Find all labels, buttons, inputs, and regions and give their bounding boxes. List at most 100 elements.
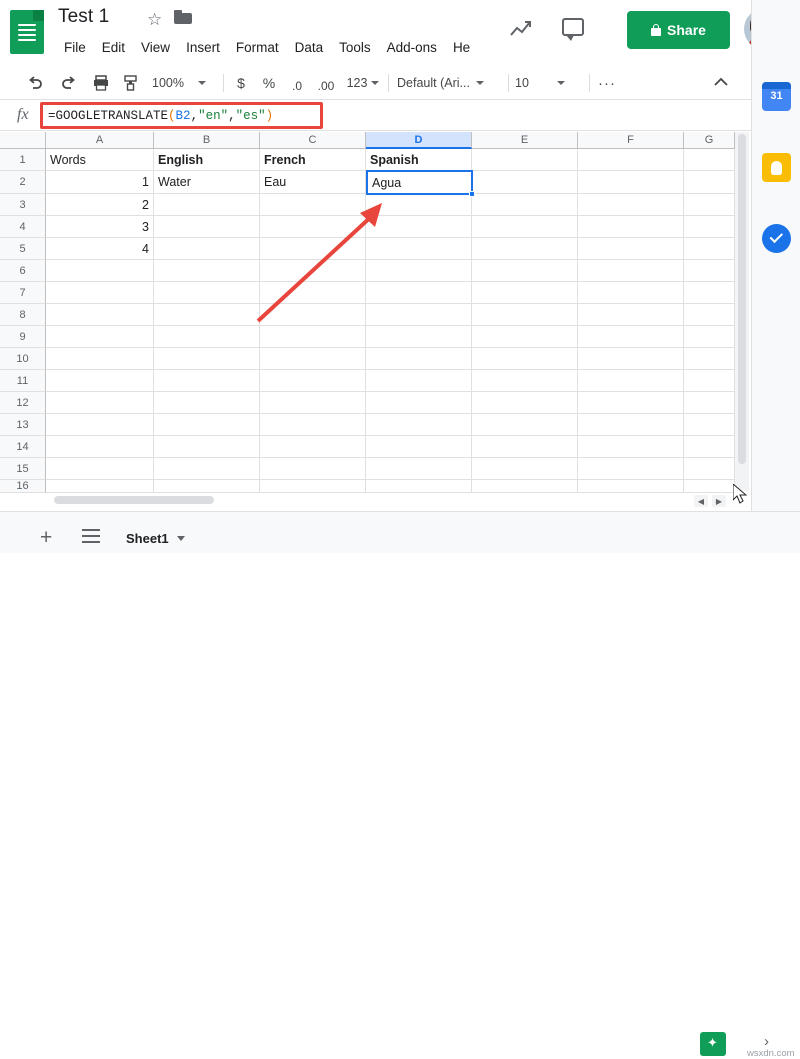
cell-g15[interactable] [684, 458, 735, 480]
menu-item-edit[interactable]: Edit [94, 38, 133, 57]
select-all-corner[interactable] [0, 132, 46, 149]
cell-e5[interactable] [472, 238, 578, 260]
selected-cell-d2[interactable]: Agua [366, 170, 475, 197]
scroll-left-icon[interactable]: ◀ [694, 495, 708, 507]
row-header-14[interactable]: 14 [0, 436, 46, 458]
row-header-16[interactable]: 16 [0, 480, 46, 493]
print-icon[interactable] [88, 66, 114, 100]
add-sheet-icon[interactable]: + [40, 527, 52, 548]
menu-item-help[interactable]: He [445, 38, 478, 57]
cell-c1[interactable]: French [260, 149, 366, 171]
menu-item-tools[interactable]: Tools [331, 38, 379, 57]
cell-d1[interactable]: Spanish [366, 149, 472, 171]
cell-a2[interactable]: 1 [46, 171, 154, 194]
cell-e12[interactable] [472, 392, 578, 414]
spreadsheet-grid[interactable]: A B C D E F G 1 2 3 4 5 6 7 8 9 10 11 12… [0, 132, 751, 493]
cell-f9[interactable] [578, 326, 684, 348]
redo-icon[interactable] [56, 66, 82, 100]
row-header-1[interactable]: 1 [0, 149, 46, 171]
row-header-3[interactable]: 3 [0, 194, 46, 216]
cell-f7[interactable] [578, 282, 684, 304]
cell-b1[interactable]: English [154, 149, 260, 171]
decrease-decimal-button[interactable]: .0 [285, 66, 309, 100]
column-header-d[interactable]: D [366, 132, 472, 149]
cell-a3[interactable]: 2 [46, 194, 154, 216]
cell-c10[interactable] [260, 348, 366, 370]
cell-b9[interactable] [154, 326, 260, 348]
scroll-right-icon[interactable]: ▶ [712, 495, 726, 507]
explore-icon[interactable]: ✦ [700, 1032, 726, 1056]
cell-a4[interactable]: 3 [46, 216, 154, 238]
cell-a5[interactable]: 4 [46, 238, 154, 260]
horizontal-scroll-thumb[interactable] [54, 496, 214, 504]
zoom-selector[interactable]: 100% [152, 70, 212, 95]
cell-e2[interactable] [472, 171, 578, 194]
menu-item-format[interactable]: Format [228, 38, 287, 57]
currency-format-button[interactable]: $ [230, 66, 252, 100]
cell-d6[interactable] [366, 260, 472, 282]
menu-item-view[interactable]: View [133, 38, 178, 57]
cell-g11[interactable] [684, 370, 735, 392]
cell-c2[interactable]: Eau [260, 171, 366, 194]
cell-d12[interactable] [366, 392, 472, 414]
cell-f13[interactable] [578, 414, 684, 436]
cell-c11[interactable] [260, 370, 366, 392]
cell-f5[interactable] [578, 238, 684, 260]
menu-item-insert[interactable]: Insert [178, 38, 228, 57]
row-header-10[interactable]: 10 [0, 348, 46, 370]
cell-a11[interactable] [46, 370, 154, 392]
cell-c7[interactable] [260, 282, 366, 304]
cell-e6[interactable] [472, 260, 578, 282]
cell-d7[interactable] [366, 282, 472, 304]
cell-e8[interactable] [472, 304, 578, 326]
cell-f1[interactable] [578, 149, 684, 171]
cell-b4[interactable] [154, 216, 260, 238]
cell-f8[interactable] [578, 304, 684, 326]
cell-b16[interactable] [154, 480, 260, 493]
cell-e9[interactable] [472, 326, 578, 348]
cell-e1[interactable] [472, 149, 578, 171]
cell-e15[interactable] [472, 458, 578, 480]
number-format-button[interactable]: 123 [344, 66, 382, 100]
cell-e13[interactable] [472, 414, 578, 436]
row-header-7[interactable]: 7 [0, 282, 46, 304]
vertical-scroll-thumb[interactable] [738, 134, 746, 464]
cell-g13[interactable] [684, 414, 735, 436]
cell-e14[interactable] [472, 436, 578, 458]
cell-c14[interactable] [260, 436, 366, 458]
cell-a8[interactable] [46, 304, 154, 326]
cell-b15[interactable] [154, 458, 260, 480]
menu-item-addons[interactable]: Add-ons [379, 38, 445, 57]
activity-trend-icon[interactable] [509, 18, 533, 42]
all-sheets-icon[interactable] [82, 529, 100, 543]
cell-b6[interactable] [154, 260, 260, 282]
undo-icon[interactable] [22, 66, 48, 100]
cell-b12[interactable] [154, 392, 260, 414]
cell-g1[interactable] [684, 149, 735, 171]
cell-g7[interactable] [684, 282, 735, 304]
cell-a7[interactable] [46, 282, 154, 304]
cell-g8[interactable] [684, 304, 735, 326]
cell-b13[interactable] [154, 414, 260, 436]
cell-f6[interactable] [578, 260, 684, 282]
chevron-down-icon[interactable] [176, 535, 185, 541]
row-header-12[interactable]: 12 [0, 392, 46, 414]
cell-d11[interactable] [366, 370, 472, 392]
row-header-9[interactable]: 9 [0, 326, 46, 348]
page-title[interactable]: Test 1 [58, 6, 109, 28]
cell-a12[interactable] [46, 392, 154, 414]
comment-icon[interactable] [562, 18, 586, 41]
row-header-8[interactable]: 8 [0, 304, 46, 326]
cell-a15[interactable] [46, 458, 154, 480]
cell-f15[interactable] [578, 458, 684, 480]
cell-f12[interactable] [578, 392, 684, 414]
cell-d4[interactable] [366, 216, 472, 238]
cell-e3[interactable] [472, 194, 578, 216]
cell-a13[interactable] [46, 414, 154, 436]
menu-item-data[interactable]: Data [287, 38, 332, 57]
cell-d15[interactable] [366, 458, 472, 480]
column-header-e[interactable]: E [472, 132, 578, 149]
cell-f2[interactable] [578, 171, 684, 194]
paint-format-icon[interactable] [118, 66, 144, 100]
font-size-selector[interactable]: 10 [515, 70, 580, 95]
